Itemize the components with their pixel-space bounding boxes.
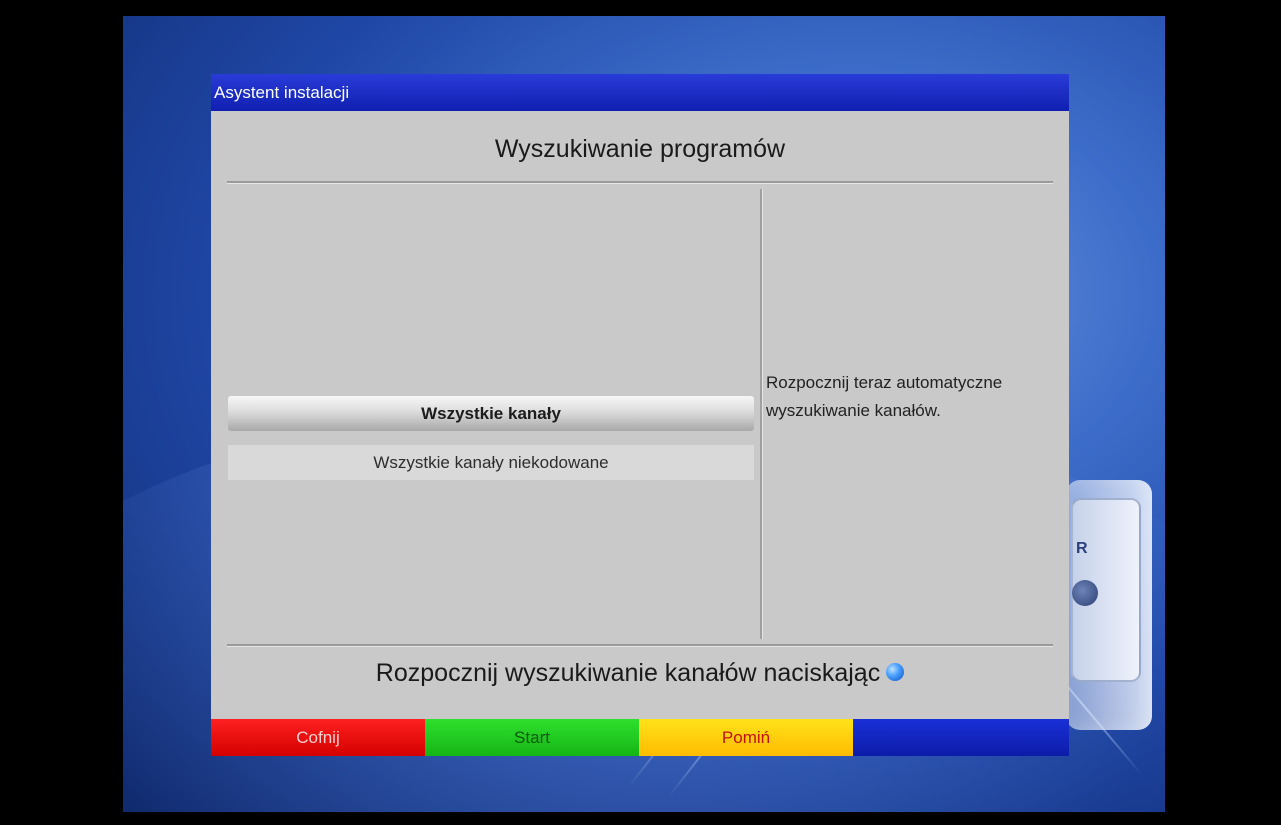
start-button[interactable]: Start bbox=[425, 719, 639, 756]
function-key-bar: Cofnij Start Pomiń bbox=[211, 719, 1069, 756]
installation-wizard-window: Asystent instalacji Wyszukiwanie program… bbox=[211, 74, 1069, 756]
divider-top bbox=[227, 181, 1053, 184]
divider-vertical bbox=[760, 189, 763, 639]
option-all-channels[interactable]: Wszystkie kanały bbox=[228, 396, 754, 431]
skip-button[interactable]: Pomiń bbox=[639, 719, 853, 756]
blue-key-button[interactable] bbox=[853, 719, 1069, 756]
hint-text: Rozpocznij wyszukiwanie kanałów naciskaj… bbox=[375, 659, 881, 687]
antenna-socket-label: R bbox=[1076, 540, 1088, 557]
page-title: Wyszukiwanie programów bbox=[494, 135, 786, 163]
hint-bar: Rozpocznij wyszukiwanie kanałów naciskaj… bbox=[211, 659, 1069, 688]
antenna-plug-icon bbox=[1072, 580, 1098, 606]
window-title: Asystent instalacji bbox=[211, 74, 1069, 111]
help-text: Rozpocznij teraz automatyczne wyszukiwan… bbox=[766, 373, 1003, 420]
wizard-panel: Wyszukiwanie programów Wszystkie kanały … bbox=[211, 111, 1069, 719]
divider-bottom bbox=[227, 644, 1053, 647]
ok-button-icon bbox=[886, 663, 905, 682]
option-free-channels[interactable]: Wszystkie kanały niekodowane bbox=[228, 445, 754, 480]
back-button[interactable]: Cofnij bbox=[211, 719, 425, 756]
